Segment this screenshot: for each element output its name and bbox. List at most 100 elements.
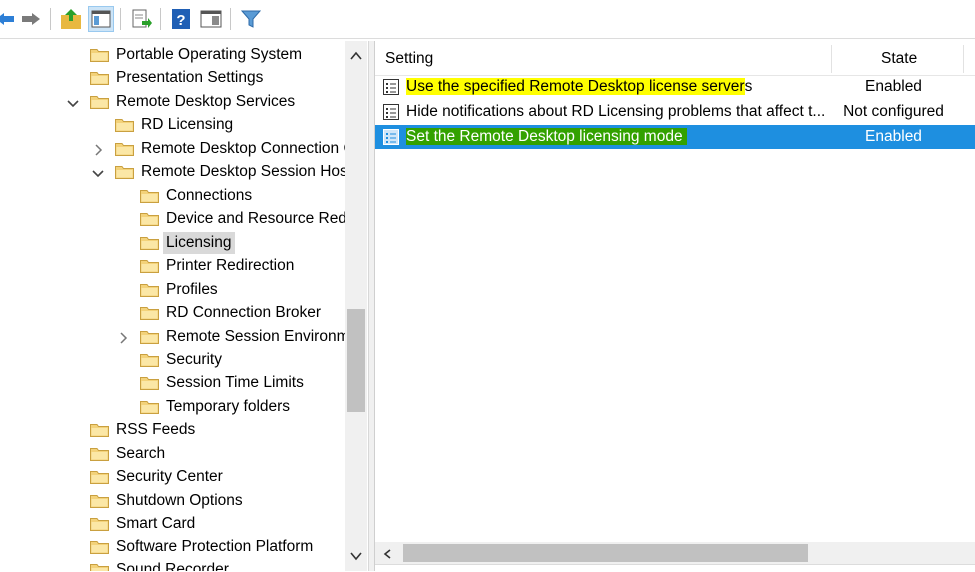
show-hide-action-pane-icon[interactable] <box>198 6 224 32</box>
tree-item-label: Search <box>116 445 166 462</box>
setting-row[interactable]: Hide notifications about RD Licensing pr… <box>375 100 975 124</box>
tree-item[interactable]: Search <box>90 443 345 465</box>
column-header-state[interactable]: State <box>881 41 917 75</box>
toolbar-separator <box>160 8 161 30</box>
column-separator[interactable] <box>831 45 832 73</box>
tree-item[interactable]: Shutdown Options <box>90 490 345 512</box>
tree-item[interactable]: RSS Feeds <box>90 419 345 441</box>
tree-item-label: Licensing <box>163 232 235 254</box>
tree-item[interactable]: Remote Desktop Connection C <box>95 138 355 160</box>
tree-item[interactable]: Remote Session Environm <box>120 326 350 348</box>
tree-item[interactable]: Profiles <box>140 279 345 301</box>
setting-name: Set the Remote Desktop licensing mode <box>406 125 687 149</box>
folder-icon <box>115 164 134 179</box>
scroll-up-arrow-icon[interactable] <box>349 49 363 61</box>
folder-icon <box>140 375 159 390</box>
show-hide-console-tree-icon[interactable] <box>88 6 114 32</box>
tree-item-label: Remote Desktop Services <box>116 93 296 110</box>
setting-row[interactable]: Use the specified Remote Desktop license… <box>375 75 975 99</box>
folder-icon <box>90 539 109 554</box>
folder-icon <box>140 258 159 273</box>
folder-icon <box>90 422 109 437</box>
tree-item-label: Portable Operating System <box>116 46 303 63</box>
setting-state: Enabled <box>865 78 922 95</box>
tree-item-label: Software Protection Platform <box>116 538 314 555</box>
tree-item-label: Profiles <box>166 281 218 298</box>
column-header-setting[interactable]: Setting <box>385 41 433 75</box>
tree-item[interactable]: Connections <box>140 185 345 207</box>
highlighted-text: Use the specified Remote Desktop license… <box>406 78 745 95</box>
svg-text:?: ? <box>176 12 185 29</box>
tree-item[interactable]: Presentation Settings <box>90 67 345 89</box>
tree-item[interactable]: Portable Operating System <box>90 44 345 66</box>
folder-icon <box>140 211 159 226</box>
scroll-down-arrow-icon[interactable] <box>349 549 363 561</box>
tree-item-label: Temporary folders <box>166 398 291 415</box>
setting-name-rest: Hide notifications about RD Licensing pr… <box>406 103 826 120</box>
policy-setting-icon <box>382 103 400 121</box>
folder-icon <box>90 516 109 531</box>
tree-item-label: RD Licensing <box>141 116 234 133</box>
tree-item-label: Presentation Settings <box>116 69 264 86</box>
scrollbar-thumb[interactable] <box>347 309 365 412</box>
settings-list: Setting State Use the specified Remote D… <box>374 41 975 572</box>
tree-item[interactable]: Device and Resource Redir <box>140 208 356 230</box>
policy-setting-icon <box>382 128 400 146</box>
folder-icon <box>140 188 159 203</box>
chevron-right-icon[interactable] <box>91 142 105 156</box>
forward-arrow-icon[interactable] <box>18 6 44 32</box>
back-arrow-icon[interactable] <box>0 6 18 32</box>
export-list-icon[interactable] <box>128 6 154 32</box>
tree-item[interactable]: Software Protection Platform <box>90 536 345 558</box>
folder-icon <box>140 235 159 250</box>
folder-icon <box>90 493 109 508</box>
tree-vertical-scrollbar[interactable] <box>345 41 367 571</box>
folder-icon <box>140 399 159 414</box>
tree-item-label: Security Center <box>116 468 223 485</box>
toolbar: ? <box>0 0 975 39</box>
tree-item[interactable]: Security Center <box>90 466 345 488</box>
list-horizontal-scrollbar[interactable] <box>375 542 975 564</box>
scroll-left-arrow-icon[interactable] <box>382 547 394 559</box>
folder-icon <box>90 70 109 85</box>
tree-item[interactable]: Security <box>140 349 345 371</box>
toolbar-separator <box>120 8 121 30</box>
tree-item-label: Shutdown Options <box>116 492 243 509</box>
console-tree: Portable Operating System Presentation Se… <box>0 41 370 571</box>
tree-item[interactable]: RD Connection Broker <box>140 302 345 324</box>
tree-item[interactable]: Remote Desktop Session Host <box>92 161 352 183</box>
chevron-right-icon[interactable] <box>116 330 130 344</box>
chevron-down-icon[interactable] <box>66 95 80 109</box>
tree-item[interactable]: Temporary folders <box>140 396 345 418</box>
tree-item[interactable]: Remote Desktop Services <box>67 91 345 113</box>
tree-item[interactable]: Sound Recorder <box>90 559 345 571</box>
tree-item-label: Security <box>166 351 222 368</box>
tree-item-label: Connections <box>166 187 253 204</box>
folder-icon <box>90 446 109 461</box>
tree-item-label: Remote Session Environm <box>166 328 350 345</box>
tree-item[interactable]: Licensing <box>140 232 345 254</box>
up-folder-icon[interactable] <box>58 6 84 32</box>
folder-icon <box>90 47 109 62</box>
setting-name: Hide notifications about RD Licensing pr… <box>406 100 825 124</box>
setting-row-selected[interactable]: Set the Remote Desktop licensing mode En… <box>375 125 975 149</box>
scrollbar-thumb[interactable] <box>403 544 808 562</box>
tree-item-label: Session Time Limits <box>166 374 304 391</box>
setting-state: Enabled <box>865 128 922 145</box>
folder-icon <box>115 141 134 156</box>
tree-item[interactable]: Printer Redirection <box>140 255 345 277</box>
filter-icon[interactable] <box>238 6 264 32</box>
help-icon[interactable]: ? <box>168 6 194 32</box>
tree-item-label: Remote Desktop Session Host <box>141 163 353 180</box>
tree-item[interactable]: RD Licensing <box>115 114 345 136</box>
setting-state: Not configured <box>843 103 944 120</box>
list-header: Setting State <box>375 41 975 76</box>
folder-icon <box>140 305 159 320</box>
tree-item[interactable]: Smart Card <box>90 513 345 535</box>
chevron-down-icon[interactable] <box>91 165 105 179</box>
folder-icon <box>140 329 159 344</box>
tree-item[interactable]: Session Time Limits <box>140 372 345 394</box>
column-separator[interactable] <box>963 45 964 73</box>
setting-name-rest: s <box>744 78 753 95</box>
tree-item-label: Smart Card <box>116 515 196 532</box>
